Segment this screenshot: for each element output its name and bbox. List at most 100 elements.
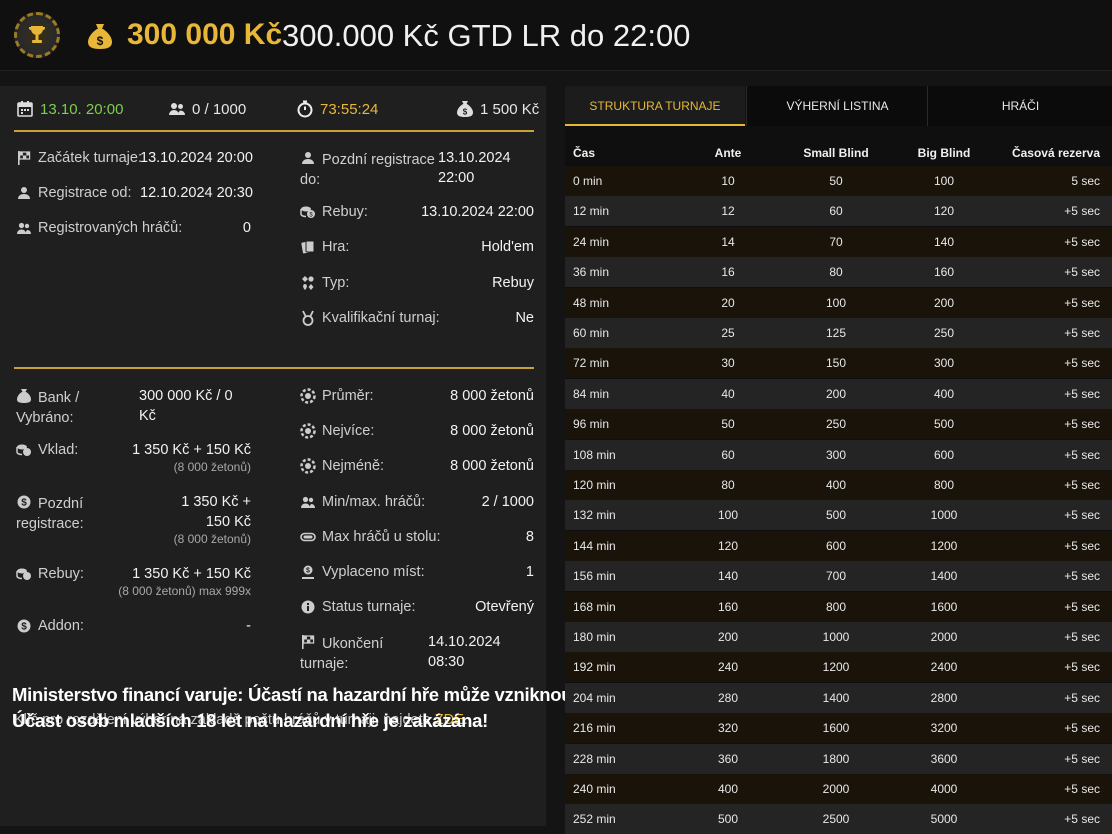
info-late-registration-value: 13.10.2024 22:00 — [438, 150, 511, 186]
tournament-status-value: Otevřený — [475, 599, 534, 615]
start-date-item: 13.10. 20:00 — [16, 100, 123, 118]
cell-small-blind: 200 — [825, 386, 847, 401]
cell-big-blind: 2400 — [930, 660, 958, 675]
cell-big-blind: 200 — [933, 295, 955, 310]
flag-icon — [18, 151, 31, 165]
tournament-end: Ukončení turnaje: 14.10.2024 08:30 — [298, 632, 536, 672]
svg-text:$: $ — [463, 108, 468, 117]
table-row: 108 min 60 300 600 +5 sec — [565, 439, 1112, 470]
coins-icon — [16, 568, 31, 580]
cell-small-blind: 1400 — [822, 690, 850, 705]
cell-time: 120 min — [573, 478, 616, 492]
money-bag-small-icon: $ — [457, 101, 473, 117]
money-rebuy-chips: (8 000 žetonů) max 999x — [118, 584, 251, 598]
stack-max-value: 8 000 žetonů — [450, 423, 534, 439]
cell-time: 180 min — [573, 630, 616, 644]
cell-time-bank: 5 sec — [1071, 174, 1100, 188]
buyin-item: $ 1 500 Kč — [456, 100, 539, 118]
dollar-coin-icon: $ — [17, 495, 31, 509]
money-rebuy-value: 1 350 Kč + 150 Kč — [132, 566, 251, 582]
cell-ante: 30 — [721, 356, 735, 371]
buyin-amount: 1 500 Kč — [480, 100, 540, 118]
cell-big-blind: 1400 — [930, 569, 958, 584]
tournament-title: 300.000 Kč GTD LR do 22:00 — [282, 18, 691, 53]
cell-ante: 16 — [721, 265, 735, 280]
cell-time-bank: +5 sec — [1064, 630, 1100, 644]
calendar-icon — [17, 101, 33, 117]
money-bank-value: 300 000 Kč / 0 Kč — [139, 388, 233, 424]
cell-big-blind: 4000 — [930, 782, 958, 796]
cell-ante: 400 — [717, 782, 739, 796]
users-icon — [17, 222, 31, 234]
table-row: 72 min 30 150 300 +5 sec — [565, 348, 1112, 379]
divider — [14, 130, 534, 132]
cell-ante: 10 — [721, 174, 735, 188]
cell-big-blind: 3200 — [930, 721, 958, 736]
cell-ante: 320 — [717, 721, 739, 736]
cell-big-blind: 3600 — [930, 751, 958, 766]
divider — [14, 367, 534, 369]
money-bank: Bank / Vybráno: 300 000 Kč / 0 Kč — [14, 386, 254, 426]
prize-amount: 300 000 Kč — [127, 18, 283, 51]
table-row: 156 min 140 700 1400 +5 sec — [565, 561, 1112, 592]
cell-time-bank: +5 sec — [1064, 812, 1100, 827]
info-rebuy-until-value: 13.10.2024 22:00 — [421, 204, 534, 220]
table-row: 192 min 240 1200 2400 +5 sec — [565, 652, 1112, 683]
cell-small-blind: 50 — [829, 174, 843, 188]
table-row: 84 min 40 200 400 +5 sec — [565, 378, 1112, 409]
table-row: 24 min 14 70 140 +5 sec — [565, 226, 1112, 257]
tab-structure[interactable]: STRUKTURA TURNAJE — [565, 86, 745, 126]
info-late-registration: Pozdní registrace do: 13.10.2024 22:00 — [298, 148, 536, 188]
money-late-registration-chips: (8 000 žetonů) — [173, 532, 251, 546]
cell-time: 36 min — [573, 265, 610, 280]
cell-ante: 280 — [717, 690, 739, 705]
cell-time-bank: +5 sec — [1064, 447, 1100, 462]
dollar-coin-icon: $ — [17, 619, 31, 633]
cell-small-blind: 2500 — [822, 812, 850, 827]
start-date: 13.10. 20:00 — [40, 100, 124, 118]
tab-payouts[interactable]: VÝHERNÍ LISTINA — [746, 86, 928, 126]
user-icon — [302, 152, 314, 164]
payout-icon: $ — [302, 565, 314, 579]
info-game-value: Hold'em — [481, 239, 534, 255]
cell-ante: 60 — [721, 447, 735, 462]
cell-ante: 12 — [721, 204, 735, 219]
info-qualification-value: Ne — [515, 310, 534, 326]
cell-big-blind: 400 — [933, 386, 955, 401]
cell-time-bank: +5 sec — [1064, 478, 1100, 492]
cell-time-bank: +5 sec — [1064, 538, 1100, 553]
table-row: 204 min 280 1400 2800 +5 sec — [565, 682, 1112, 713]
table-row: 12 min 12 60 120 +5 sec — [565, 196, 1112, 227]
cell-time: 24 min — [573, 234, 610, 249]
cell-big-blind: 140 — [933, 234, 955, 249]
cell-small-blind: 100 — [825, 295, 847, 310]
svg-text:$: $ — [306, 568, 310, 575]
table-row: 180 min 200 1000 2000 +5 sec — [565, 622, 1112, 652]
cell-small-blind: 2000 — [822, 782, 850, 796]
cell-time: 168 min — [573, 599, 616, 614]
cell-ante: 14 — [721, 234, 735, 249]
cell-time-bank: +5 sec — [1064, 234, 1100, 249]
col-small-blind: Small Blind — [803, 146, 869, 160]
info-type-value: Rebuy — [492, 275, 534, 291]
table-row: 60 min 25 125 250 +5 sec — [565, 318, 1112, 348]
cell-big-blind: 100 — [933, 174, 955, 188]
cell-big-blind: 2800 — [930, 690, 958, 705]
table-row: 228 min 360 1800 3600 +5 sec — [565, 743, 1112, 774]
cell-ante: 50 — [721, 417, 735, 432]
cell-time: 240 min — [573, 782, 616, 796]
cell-time: 252 min — [573, 812, 616, 827]
cell-ante: 40 — [721, 386, 735, 401]
paid-places-value: 1 — [525, 564, 534, 580]
cell-small-blind: 700 — [825, 569, 847, 584]
tab-players[interactable]: HRÁČI — [927, 86, 1112, 126]
table-row: 252 min 500 2500 5000 +5 sec — [565, 804, 1112, 834]
chip-icon — [300, 388, 316, 404]
cell-time-bank: +5 sec — [1064, 660, 1100, 675]
tournament-end-value: 14.10.2024 08:30 — [428, 634, 501, 670]
users-icon — [169, 103, 185, 115]
cards-icon — [301, 240, 315, 254]
cell-ante: 160 — [717, 599, 739, 614]
cell-time: 132 min — [573, 508, 616, 523]
money-deposit: Vklad: 1 350 Kč + 150 Kč (8 000 žetonů) — [14, 440, 254, 480]
